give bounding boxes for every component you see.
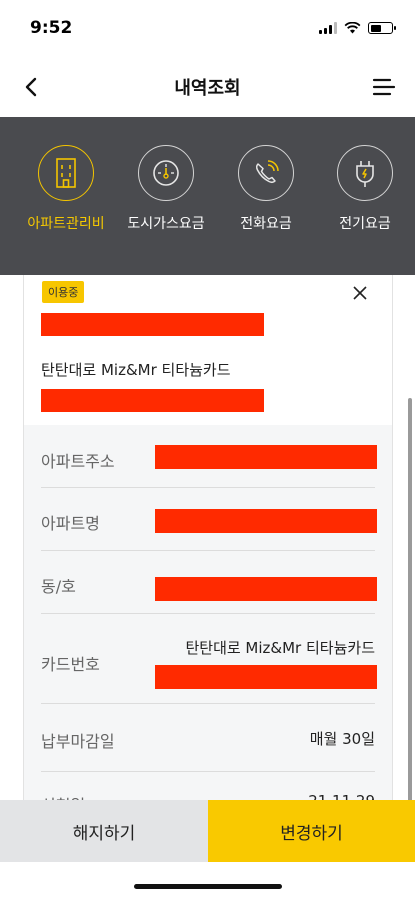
menu-button[interactable] — [371, 74, 397, 100]
apartment-icon — [38, 145, 94, 201]
redacted-block — [41, 389, 264, 412]
signal-icon — [319, 22, 337, 34]
redacted-block — [155, 509, 377, 533]
info-value: 탄탄대로 Miz&Mr 티타늄카드 — [185, 639, 375, 657]
info-row-card-number: 카드번호 탄탄대로 Miz&Mr 티타늄카드 — [41, 614, 377, 704]
tab-apartment-fee[interactable]: 아파트관리비 — [16, 145, 116, 233]
close-button[interactable] — [350, 283, 370, 303]
tab-phone[interactable]: 전화요금 — [216, 145, 316, 233]
page-title: 내역조회 — [174, 78, 241, 99]
redacted-block — [155, 665, 377, 689]
tab-electricity[interactable]: 전기요금 — [315, 145, 415, 233]
tab-label: 아파트관리비 — [27, 216, 105, 232]
tab-city-gas[interactable]: 도시가스요금 — [116, 145, 216, 233]
scrollbar[interactable] — [408, 398, 412, 818]
phone-icon — [238, 145, 294, 201]
menu-icon — [372, 78, 396, 96]
battery-level — [370, 24, 381, 32]
info-row-apartment-name: 아파트명 — [41, 488, 377, 551]
nav-header: 내역조회 — [0, 58, 415, 116]
tab-label: 전화요금 — [240, 216, 292, 232]
home-indicator[interactable] — [134, 884, 282, 889]
info-label: 납부마감일 — [41, 732, 115, 751]
category-tabs: 아파트관리비 도시가스요금 전화요금 전기요금 — [0, 117, 415, 275]
info-label: 카드번호 — [41, 655, 100, 674]
registration-card: 이용중 탄탄대로 Miz&Mr 티타늄카드 아파트주소 아파트명 동/호 카드번… — [23, 275, 393, 805]
info-row-address: 아파트주소 — [41, 425, 377, 488]
gas-meter-icon — [138, 145, 194, 201]
change-button[interactable]: 변경하기 — [208, 800, 415, 862]
info-row-due-date: 납부마감일 매월 30일 — [41, 704, 375, 772]
status-bar: 9:52 — [0, 0, 415, 58]
redacted-block — [155, 577, 377, 601]
info-label: 동/호 — [41, 577, 76, 596]
info-value: 매월 30일 — [309, 730, 375, 748]
status-icons — [319, 22, 396, 34]
cancel-subscription-button[interactable]: 해지하기 — [0, 800, 208, 862]
tab-label: 전기요금 — [339, 216, 391, 232]
redacted-block — [41, 313, 264, 336]
wifi-icon — [344, 22, 361, 34]
battery-icon — [368, 22, 396, 34]
redacted-block — [155, 445, 377, 469]
info-panel: 아파트주소 아파트명 동/호 카드번호 탄탄대로 Miz&Mr 티타늄카드 납부… — [24, 425, 392, 805]
card-name: 탄탄대로 Miz&Mr 티타늄카드 — [41, 361, 231, 379]
info-label: 아파트주소 — [41, 452, 115, 471]
info-label: 아파트명 — [41, 514, 100, 533]
status-badge: 이용중 — [42, 281, 85, 303]
bottom-action-bar: 해지하기 변경하기 — [0, 800, 415, 862]
info-row-unit: 동/호 — [41, 551, 377, 614]
status-time: 9:52 — [30, 18, 73, 38]
plug-icon — [337, 145, 393, 201]
close-icon — [353, 286, 367, 300]
tab-label: 도시가스요금 — [127, 216, 205, 232]
